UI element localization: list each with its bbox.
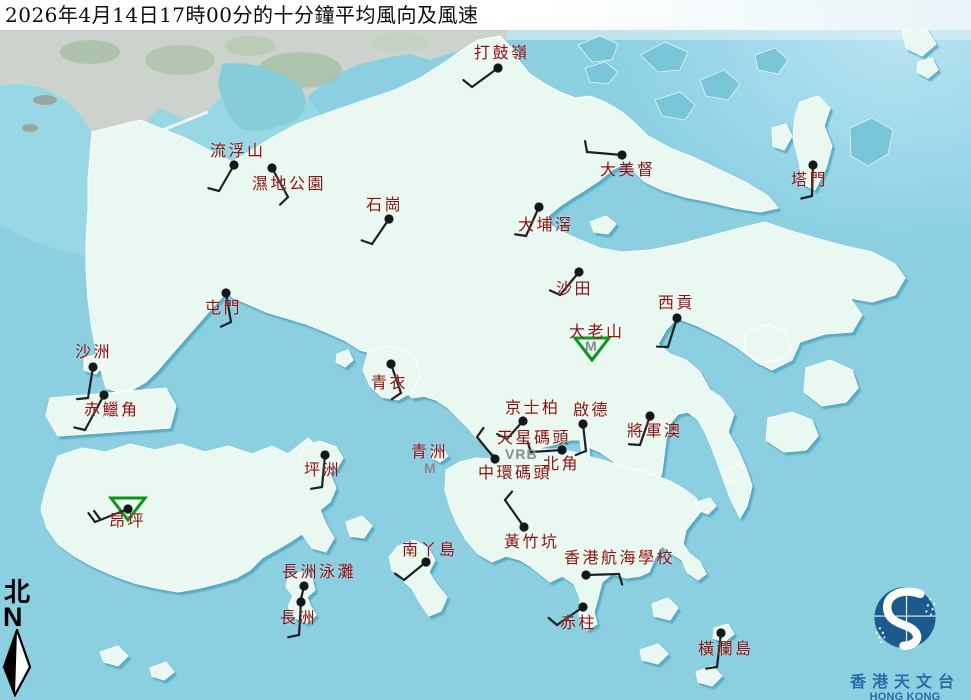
station-label: 長洲 bbox=[280, 610, 317, 627]
north-compass: 北 N bbox=[2, 580, 42, 700]
station-label: 天星碼頭 bbox=[497, 430, 571, 447]
station-label: 青衣 bbox=[371, 375, 408, 392]
map-title: 2026年4月14日17時00分的十分鐘平均風向及風速 bbox=[0, 0, 971, 30]
station-label: 塔門 bbox=[791, 172, 828, 189]
station-label: 昂坪 bbox=[109, 513, 146, 530]
north-label-en: N bbox=[3, 606, 42, 629]
station-label: 大老山 bbox=[569, 324, 625, 341]
station-label: 流浮山 bbox=[210, 143, 266, 160]
station-label: 濕地公園 bbox=[252, 176, 326, 193]
no-data-marker: VRB bbox=[505, 446, 538, 462]
station-label: 赤柱 bbox=[560, 615, 597, 632]
station-label: 打鼓嶺 bbox=[474, 45, 530, 62]
station-label: 大埔滘 bbox=[518, 217, 574, 234]
station-label: 南丫島 bbox=[402, 542, 458, 559]
station-label: 沙田 bbox=[556, 281, 593, 298]
station-label: 沙洲 bbox=[75, 344, 112, 361]
station-label: 中環碼頭 bbox=[478, 465, 552, 482]
hko-logo: 香港天文台 HONG KONG OBSERVATORY bbox=[840, 584, 970, 700]
station-label: 赤鱲角 bbox=[84, 402, 140, 419]
no-data-marker: M bbox=[424, 460, 437, 476]
station-label: 青洲 bbox=[411, 444, 448, 461]
station-label: 橫瀾島 bbox=[698, 641, 754, 658]
north-arrow-icon bbox=[2, 629, 34, 697]
hko-name-zh: 香港天文台 bbox=[840, 673, 970, 691]
station-label: 香港航海學校 bbox=[564, 550, 675, 567]
station-label: 啟德 bbox=[573, 402, 610, 419]
hko-logo-icon bbox=[859, 584, 951, 668]
station-label: 京士柏 bbox=[505, 400, 561, 417]
station-label: 西貢 bbox=[658, 295, 695, 312]
station-label: 長洲泳灘 bbox=[282, 564, 356, 581]
station-label: 坪洲 bbox=[304, 462, 341, 479]
hong-kong-map bbox=[0, 0, 971, 700]
station-label: 將軍澳 bbox=[627, 423, 683, 440]
station-label: 黃竹坑 bbox=[504, 534, 560, 551]
station-label: 大美督 bbox=[600, 162, 656, 179]
hko-name-en: HONG KONG OBSERVATORY bbox=[840, 691, 970, 700]
station-label: 石崗 bbox=[366, 197, 403, 214]
station-label: 屯門 bbox=[205, 300, 242, 317]
wind-map-page: 打鼓嶺流浮山濕地公園石崗 大美督塔門大埔滘沙田西貢大老山 M 屯門沙洲赤鱲角 青衣京士柏… bbox=[0, 0, 971, 700]
